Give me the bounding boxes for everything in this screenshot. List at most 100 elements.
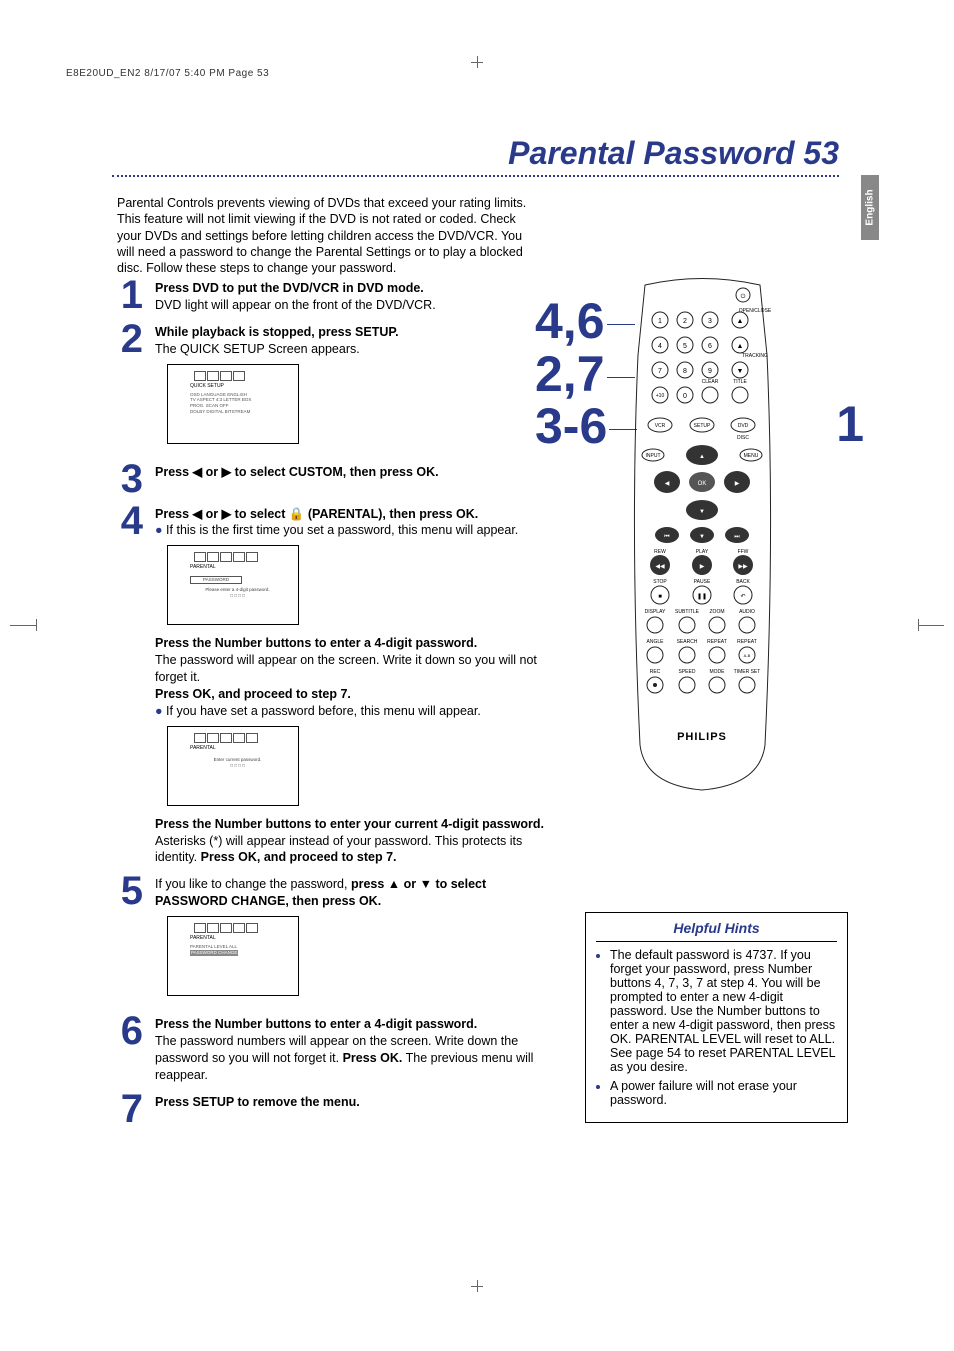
svg-text:◀: ◀ <box>665 481 670 487</box>
svg-text:OK: OK <box>698 481 707 487</box>
callout-27: 2,7 <box>535 346 605 402</box>
menu-parental-current: PARENTAL Enter current password. □ □ □ □ <box>167 726 299 806</box>
svg-text:3: 3 <box>708 318 712 325</box>
step-bold: Press OK. <box>343 1051 403 1065</box>
svg-text:▶: ▶ <box>735 481 740 487</box>
step-bullet: If this is the first time you set a pass… <box>166 523 518 537</box>
svg-text:ZOOM: ZOOM <box>710 609 725 615</box>
svg-text:▶▶: ▶▶ <box>738 564 748 570</box>
crop-mark <box>477 56 478 68</box>
svg-text:⏻: ⏻ <box>741 293 746 300</box>
svg-text:REPEAT: REPEAT <box>707 639 727 645</box>
step-bold: Press OK, and proceed to step 7. <box>201 850 397 864</box>
step-number: 3 <box>105 462 143 496</box>
svg-text:9: 9 <box>708 368 712 375</box>
step-bold: Press SETUP to remove the menu. <box>155 1095 360 1109</box>
step-bold: Press the Number buttons to enter a 4-di… <box>155 636 477 650</box>
crop-mark <box>477 1280 478 1292</box>
language-label: English <box>865 189 876 225</box>
svg-text:FFW: FFW <box>738 549 749 555</box>
menu-parental-change: PARENTAL PARENTAL LEVEL ALL PASSWORD CHA… <box>167 916 299 996</box>
svg-text:DVD: DVD <box>738 423 749 429</box>
svg-text:MENU: MENU <box>744 453 759 459</box>
helpful-hints: Helpful Hints The default password is 47… <box>585 912 848 1123</box>
svg-text:8: 8 <box>683 368 687 375</box>
svg-text:CLEAR: CLEAR <box>702 379 719 385</box>
step-number: 1 <box>105 278 143 314</box>
step-text: If you like to change the password, <box>155 877 351 891</box>
hint-item: The default password is 4737. If you for… <box>610 948 837 1074</box>
step-number: 5 <box>105 874 143 1006</box>
manual-page: E8E20UD_EN2 8/17/07 5:40 PM Page 53 Engl… <box>0 0 954 1351</box>
svg-text:DISPLAY: DISPLAY <box>645 609 666 615</box>
svg-text:↶: ↶ <box>740 593 745 600</box>
svg-text:2: 2 <box>683 318 687 325</box>
svg-text:▲: ▲ <box>699 454 705 460</box>
step-bold: Press DVD to put the DVD/VCR in DVD mode… <box>155 281 424 295</box>
svg-text:REW: REW <box>654 549 666 555</box>
brand-logo: PHILIPS <box>677 731 727 743</box>
svg-text:1: 1 <box>658 318 662 325</box>
step-text: The password will appear on the screen. … <box>155 653 537 684</box>
svg-text:AUDIO: AUDIO <box>739 609 755 615</box>
svg-text:0: 0 <box>683 393 687 400</box>
step-bold: While playback is stopped, press SETUP. <box>155 325 399 339</box>
svg-text:7: 7 <box>658 368 662 375</box>
svg-text:4: 4 <box>658 343 662 350</box>
svg-text:⏭: ⏭ <box>734 534 740 540</box>
svg-text:■: ■ <box>658 594 662 600</box>
callout-1: 1 <box>836 395 864 453</box>
svg-text:BACK: BACK <box>736 579 750 585</box>
svg-text:+10: +10 <box>656 393 665 399</box>
svg-text:▼: ▼ <box>699 534 705 540</box>
language-tab: English <box>861 175 879 240</box>
svg-text:PLAY: PLAY <box>696 549 709 555</box>
step-4: 4 Press ◀ or ▶ to select 🔒 (PARENTAL), t… <box>105 506 555 867</box>
svg-text:MODE: MODE <box>710 669 726 675</box>
callout-46: 4,6 <box>535 293 605 349</box>
svg-text:▼: ▼ <box>699 509 705 515</box>
step-2: 2 While playback is stopped, press SETUP… <box>105 324 555 454</box>
step-bullet: If you have set a password before, this … <box>166 704 481 718</box>
svg-text:TIMER SET: TIMER SET <box>734 669 761 675</box>
hint-item: A power failure will not erase your pass… <box>610 1079 837 1107</box>
svg-text:▲: ▲ <box>737 318 744 325</box>
svg-text:⏮: ⏮ <box>664 534 670 540</box>
page-title: Parental Password 53 <box>508 135 839 172</box>
svg-text:5: 5 <box>683 343 687 350</box>
step-bold: Press the Number buttons to enter your c… <box>155 817 544 831</box>
svg-text:VCR: VCR <box>655 423 666 429</box>
svg-text:TITLE: TITLE <box>733 379 747 385</box>
title-separator <box>112 175 839 177</box>
svg-text:❚❚: ❚❚ <box>697 593 707 600</box>
svg-text:▼: ▼ <box>737 368 744 375</box>
svg-text:STOP: STOP <box>653 579 667 585</box>
step-3: 3 Press ◀ or ▶ to select CUSTOM, then pr… <box>105 464 555 496</box>
step-number: 2 <box>105 322 143 454</box>
svg-text:SUBTITLE: SUBTITLE <box>675 609 700 615</box>
crop-mark <box>918 625 944 626</box>
step-number: 6 <box>105 1014 143 1084</box>
step-1: 1 Press DVD to put the DVD/VCR in DVD mo… <box>105 280 555 314</box>
bullet-icon: ● <box>155 523 163 537</box>
step-bold: Press OK, and proceed to step 7. <box>155 687 351 701</box>
svg-text:SEARCH: SEARCH <box>677 639 698 645</box>
svg-text:6: 6 <box>708 343 712 350</box>
svg-text:INPUT: INPUT <box>646 453 661 459</box>
step-5: 5 If you like to change the password, pr… <box>105 876 555 1006</box>
svg-text:REPEAT: REPEAT <box>737 639 757 645</box>
running-header: E8E20UD_EN2 8/17/07 5:40 PM Page 53 <box>66 68 269 79</box>
hints-title: Helpful Hints <box>596 920 837 942</box>
remote-illustration: ⏻ OPEN/CLOSE 1 2 3 ▲ 4 5 6 ▲ TRACKING 7 … <box>625 275 780 795</box>
step-number: 4 <box>105 504 143 867</box>
crop-mark <box>36 619 37 631</box>
step-bold: Press ◀ or ▶ to select 🔒 (PARENTAL), the… <box>155 507 478 521</box>
svg-text:ANGLE: ANGLE <box>647 639 665 645</box>
crop-mark <box>10 625 36 626</box>
step-text: The QUICK SETUP Screen appears. <box>155 342 360 356</box>
step-number: 7 <box>105 1092 143 1126</box>
svg-text:SPEED: SPEED <box>679 669 696 675</box>
step-bold: Press the Number buttons to enter a 4-di… <box>155 1017 477 1031</box>
menu-parental-password: PARENTAL PASSWORD Please enter a 4-digit… <box>167 545 299 625</box>
steps: 1 Press DVD to put the DVD/VCR in DVD mo… <box>105 280 555 1136</box>
